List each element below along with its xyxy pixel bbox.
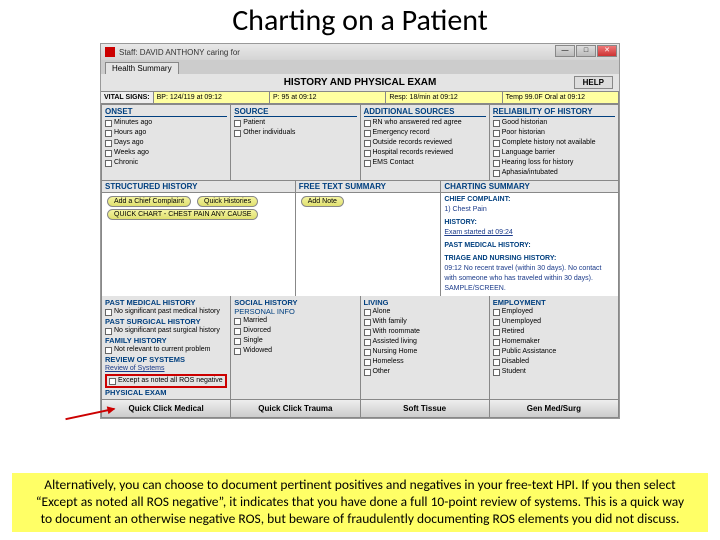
employment-col: EMPLOYMENT Employed Unemployed Retired H…: [490, 296, 618, 399]
social-item[interactable]: Married: [234, 316, 356, 326]
source-section: SOURCE Patient Other individuals: [231, 104, 360, 181]
tab-strip: Health Summary: [101, 60, 619, 74]
vitals-temp: Temp 99.0F Oral at 09:12: [503, 92, 619, 103]
gen-medsurg-button[interactable]: Gen Med/Surg: [490, 400, 618, 417]
window-title: Staff: DAVID ANTHONY caring for: [119, 48, 240, 57]
living-item[interactable]: With roommate: [364, 327, 486, 337]
structured-body: Add a Chief Complaint Quick Histories QU…: [102, 193, 295, 263]
addl-item[interactable]: Emergency record: [364, 128, 486, 138]
social-col: SOCIAL HISTORY PERSONAL INFO Married Div…: [231, 296, 360, 399]
living-item[interactable]: With family: [364, 317, 486, 327]
ros-negative-highlight: Except as noted all ROS negative: [105, 374, 227, 388]
living-item[interactable]: Other: [364, 367, 486, 377]
addl-section: ADDITIONAL SOURCES RN who answered red a…: [361, 104, 490, 181]
pmh-col: PAST MEDICAL HISTORY No significant past…: [102, 296, 231, 399]
vitals-label: VITAL SIGNS:: [101, 92, 154, 103]
quick-histories-button[interactable]: Quick Histories: [197, 196, 258, 207]
charting-summary: CHIEF COMPLAINT: 1) Chest Pain HISTORY: …: [441, 193, 618, 296]
minimize-button[interactable]: —: [555, 45, 575, 57]
app-icon: [105, 47, 115, 57]
living-item[interactable]: Nursing Home: [364, 347, 486, 357]
freetext-body: Add Note: [296, 193, 441, 263]
ros-negative-item[interactable]: Except as noted all ROS negative: [109, 376, 223, 386]
reliability-item[interactable]: Aphasia/intubated: [493, 168, 615, 178]
reliability-section: RELIABILITY OF HISTORY Good historian Po…: [490, 104, 619, 181]
charting-hdr: CHARTING SUMMARY: [441, 181, 618, 193]
reliability-item[interactable]: Language barrier: [493, 148, 615, 158]
reliability-item[interactable]: Poor historian: [493, 128, 615, 138]
onset-item[interactable]: Days ago: [105, 138, 227, 148]
social-item[interactable]: Single: [234, 336, 356, 346]
addl-item[interactable]: Outside records reviewed: [364, 138, 486, 148]
soft-tissue-button[interactable]: Soft Tissue: [361, 400, 490, 417]
reliability-item[interactable]: Complete history not available: [493, 138, 615, 148]
maximize-button[interactable]: □: [576, 45, 596, 57]
vitals-resp: Resp: 18/min at 09:12: [386, 92, 502, 103]
pmh-item[interactable]: No significant past medical history: [105, 307, 227, 317]
vitals-bp: BP: 124/119 at 09:12: [154, 92, 270, 103]
source-item[interactable]: Patient: [234, 118, 356, 128]
ros-link[interactable]: Review of Systems: [105, 364, 227, 374]
addl-item[interactable]: EMS Contact: [364, 158, 486, 168]
onset-item[interactable]: Chronic: [105, 158, 227, 168]
social-item[interactable]: Widowed: [234, 346, 356, 356]
structured-hdr: STRUCTURED HISTORY: [102, 181, 295, 193]
employment-item[interactable]: Student: [493, 367, 615, 377]
fh-item[interactable]: Not relevant to current problem: [105, 345, 227, 355]
freetext-hdr: FREE TEXT SUMMARY: [296, 181, 441, 193]
living-item[interactable]: Assisted living: [364, 337, 486, 347]
slide-title: Charting on a Patient: [0, 0, 720, 43]
employment-item[interactable]: Public Assistance: [493, 347, 615, 357]
social-item[interactable]: Divorced: [234, 326, 356, 336]
quick-click-medical-button[interactable]: Quick Click Medical: [102, 400, 231, 417]
addl-item[interactable]: Hospital records reviewed: [364, 148, 486, 158]
main-header: HISTORY AND PHYSICAL EXAM HELP: [101, 74, 619, 91]
caption-box: Alternatively, you can choose to documen…: [12, 473, 708, 532]
vitals-pulse: P: 95 at 09:12: [270, 92, 386, 103]
onset-item[interactable]: Hours ago: [105, 128, 227, 138]
onset-section: ONSET Minutes ago Hours ago Days ago Wee…: [101, 104, 231, 181]
living-item[interactable]: Homeless: [364, 357, 486, 367]
living-item[interactable]: Alone: [364, 307, 486, 317]
source-item[interactable]: Other individuals: [234, 128, 356, 138]
bottom-button-row: Quick Click Medical Quick Click Trauma S…: [101, 399, 619, 418]
app-window: Staff: DAVID ANTHONY caring for — □ ✕ He…: [100, 43, 620, 419]
quick-chart-button[interactable]: QUICK CHART - CHEST PAIN ANY CAUSE: [107, 209, 258, 220]
help-button[interactable]: HELP: [574, 76, 613, 89]
employment-item[interactable]: Disabled: [493, 357, 615, 367]
quick-click-trauma-button[interactable]: Quick Click Trauma: [231, 400, 360, 417]
close-button[interactable]: ✕: [597, 45, 617, 57]
employment-item[interactable]: Unemployed: [493, 317, 615, 327]
reliability-item[interactable]: Hearing loss for history: [493, 158, 615, 168]
onset-item[interactable]: Weeks ago: [105, 148, 227, 158]
employment-item[interactable]: Retired: [493, 327, 615, 337]
psh-item[interactable]: No significant past surgical history: [105, 326, 227, 336]
employment-item[interactable]: Homemaker: [493, 337, 615, 347]
living-col: LIVING Alone With family With roommate A…: [361, 296, 490, 399]
vitals-row: VITAL SIGNS: BP: 124/119 at 09:12 P: 95 …: [101, 91, 619, 104]
add-chief-complaint-button[interactable]: Add a Chief Complaint: [107, 196, 191, 207]
titlebar: Staff: DAVID ANTHONY caring for — □ ✕: [101, 44, 619, 60]
tab-health-summary[interactable]: Health Summary: [105, 62, 179, 74]
add-note-button[interactable]: Add Note: [301, 196, 344, 207]
reliability-item[interactable]: Good historian: [493, 118, 615, 128]
addl-item[interactable]: RN who answered red agree: [364, 118, 486, 128]
onset-item[interactable]: Minutes ago: [105, 118, 227, 128]
employment-item[interactable]: Employed: [493, 307, 615, 317]
